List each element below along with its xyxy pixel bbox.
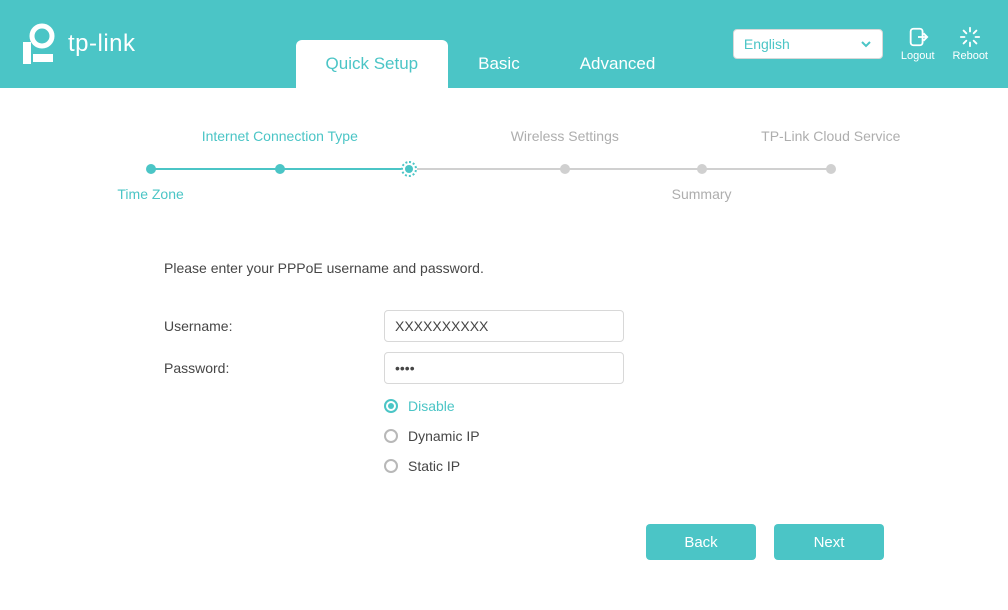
step-label-internet-connection: Internet Connection Type	[202, 128, 358, 144]
radio-dynamic-ip[interactable]: Dynamic IP	[384, 428, 884, 444]
radio-disable[interactable]: Disable	[384, 398, 884, 414]
step-dot-internet-connection[interactable]	[275, 164, 285, 174]
step-dot-cloud[interactable]	[826, 164, 836, 174]
wizard-buttons: Back Next	[124, 524, 884, 560]
language-select[interactable]: English	[733, 29, 883, 59]
form-prompt: Please enter your PPPoE username and pas…	[164, 260, 884, 276]
step-label-summary: Summary	[672, 186, 732, 202]
username-label: Username:	[164, 318, 384, 334]
reboot-button[interactable]: Reboot	[953, 26, 988, 62]
step-label-time-zone: Time Zone	[117, 186, 183, 202]
logout-button[interactable]: Logout	[901, 26, 935, 62]
stepper-track	[124, 164, 884, 174]
tab-advanced[interactable]: Advanced	[550, 40, 686, 88]
progress-stepper: Internet Connection Type Wireless Settin…	[124, 128, 884, 210]
pppoe-form: Please enter your PPPoE username and pas…	[124, 260, 884, 474]
header-actions: English Logout	[733, 26, 988, 62]
step-label-cloud-service: TP-Link Cloud Service	[761, 128, 900, 144]
step-dot-summary[interactable]	[697, 164, 707, 174]
chevron-down-icon	[860, 38, 872, 50]
password-row: Password:	[164, 352, 884, 384]
stepper-labels-bottom: Time Zone Summary	[124, 186, 884, 210]
tab-quick-setup[interactable]: Quick Setup	[296, 40, 449, 88]
password-input[interactable]	[384, 352, 624, 384]
next-button[interactable]: Next	[774, 524, 884, 560]
radio-icon	[384, 399, 398, 413]
radio-icon	[384, 459, 398, 473]
radio-label-dynamic: Dynamic IP	[408, 428, 480, 444]
app-header: tp-link Quick Setup Basic Advanced Engli…	[0, 0, 1008, 88]
content-area: Internet Connection Type Wireless Settin…	[0, 88, 1008, 610]
logout-label: Logout	[901, 50, 935, 62]
step-dot-time-zone[interactable]	[146, 164, 156, 174]
reboot-icon	[959, 26, 981, 48]
username-input[interactable]	[384, 310, 624, 342]
main-tabs: Quick Setup Basic Advanced	[296, 0, 686, 88]
radio-label-static: Static IP	[408, 458, 460, 474]
username-row: Username:	[164, 310, 884, 342]
step-dot-wireless[interactable]	[560, 164, 570, 174]
radio-static-ip[interactable]: Static IP	[384, 458, 884, 474]
step-label-wireless-settings: Wireless Settings	[511, 128, 619, 144]
step-dot-current[interactable]	[401, 161, 417, 177]
secondary-connection-options: Disable Dynamic IP Static IP	[384, 398, 884, 474]
brand-text: tp-link	[68, 30, 136, 58]
language-value: English	[744, 36, 790, 52]
radio-icon	[384, 429, 398, 443]
tab-basic[interactable]: Basic	[448, 40, 550, 88]
brand-logo: tp-link	[20, 23, 136, 65]
stepper-labels-top: Internet Connection Type Wireless Settin…	[124, 128, 884, 152]
radio-label-disable: Disable	[408, 398, 455, 414]
back-button[interactable]: Back	[646, 524, 756, 560]
reboot-label: Reboot	[953, 50, 988, 62]
password-label: Password:	[164, 360, 384, 376]
logout-icon	[907, 26, 929, 48]
tplink-logo-icon	[20, 23, 60, 65]
